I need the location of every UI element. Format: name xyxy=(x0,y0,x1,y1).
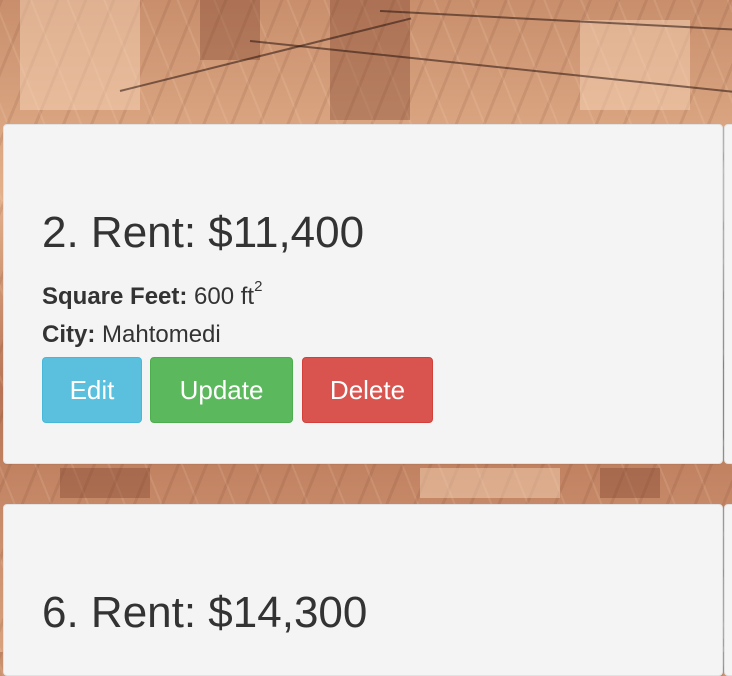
square-feet-label: Square Feet: xyxy=(42,283,188,310)
listing-card: 6. Rent: $14,300 xyxy=(3,504,723,676)
listing-heading: 2. Rent: $11,400 xyxy=(42,208,365,257)
update-button[interactable]: Update xyxy=(150,357,293,423)
listing-heading: 6. Rent: $14,300 xyxy=(42,588,368,637)
square-feet-row: Square Feet: 600 ft2 xyxy=(42,279,262,310)
city-row: City: Mahtomedi xyxy=(42,323,221,347)
next-card-edge xyxy=(724,124,732,464)
square-feet-value: 600 ft xyxy=(194,283,255,310)
city-label: City: xyxy=(42,321,96,348)
square-feet-exponent: 2 xyxy=(254,278,263,295)
edit-button[interactable]: Edit xyxy=(42,357,142,423)
delete-button[interactable]: Delete xyxy=(302,357,433,423)
listing-card: 2. Rent: $11,400 Square Feet: 600 ft2 Ci… xyxy=(3,124,723,464)
next-card-edge xyxy=(724,504,732,676)
city-value: Mahtomedi xyxy=(102,321,221,348)
